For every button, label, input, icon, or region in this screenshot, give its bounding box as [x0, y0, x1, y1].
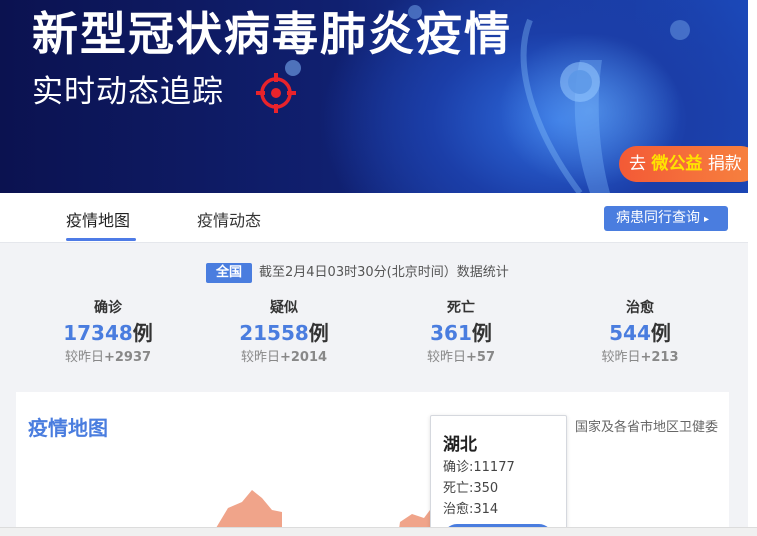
active-tab-indicator	[66, 238, 136, 241]
horizontal-scrollbar[interactable]	[0, 527, 757, 536]
trip-query-label: 病患同行查询	[616, 210, 700, 226]
data-timestamp: 截至2月4日03时30分(北京时间）数据统计	[259, 265, 509, 280]
stat-suspected: 疑似 21558例 较昨日+2014	[209, 298, 359, 368]
donate-highlight: 微公益	[651, 154, 703, 174]
stat-delta-label: 较昨日	[240, 350, 280, 365]
stat-delta: +57	[466, 350, 495, 365]
scope-badge[interactable]: 全国	[206, 263, 252, 283]
stat-value: 361	[430, 321, 472, 345]
stat-delta: +2014	[279, 350, 328, 365]
caret-right-icon: ▸	[704, 214, 710, 225]
map-title: 疫情地图	[28, 416, 108, 440]
stat-unit: 例	[132, 321, 153, 345]
stat-label: 死亡	[447, 300, 475, 316]
tab-epidemic-map[interactable]: 疫情地图	[66, 207, 130, 231]
banner-title: 新型冠状病毒肺炎疫情	[32, 7, 512, 61]
stat-unit: 例	[308, 321, 329, 345]
page-gutter	[748, 0, 757, 527]
trip-query-button[interactable]: 病患同行查询 ▸	[604, 206, 728, 231]
china-map[interactable]	[16, 440, 729, 536]
tooltip-cured: 治愈:314	[443, 502, 499, 517]
stat-cured: 治愈 544例 较昨日+213	[565, 298, 715, 368]
stat-label: 疑似	[270, 300, 298, 316]
stat-unit: 例	[471, 321, 492, 345]
donate-button[interactable]: 去 微公益 捐款	[619, 146, 748, 182]
banner-subtitle: 实时动态追踪	[32, 74, 224, 110]
stat-value: 17348	[63, 321, 133, 345]
stat-delta-label: 较昨日	[64, 350, 104, 365]
stat-value: 21558	[239, 321, 309, 345]
stat-confirmed: 确诊 17348例 较昨日+2937	[33, 298, 183, 368]
tooltip-confirmed: 确诊:11177	[443, 460, 515, 475]
stat-unit: 例	[650, 321, 671, 345]
donate-suffix: 捐款	[707, 154, 742, 174]
stat-label: 治愈	[626, 300, 654, 316]
stat-delta: +213	[640, 350, 679, 365]
stat-delta-label: 较昨日	[601, 350, 641, 365]
crosshair-icon	[256, 73, 296, 113]
tab-epidemic-news[interactable]: 疫情动态	[197, 207, 261, 231]
tooltip-deaths: 死亡:350	[443, 481, 499, 496]
hero-banner: 新型冠状病毒肺炎疫情 实时动态追踪 去 微公益 捐款	[0, 0, 748, 193]
stat-delta-label: 较昨日	[427, 350, 467, 365]
donate-prefix: 去	[629, 154, 646, 174]
stat-delta: +2937	[103, 350, 152, 365]
stat-value: 544	[609, 321, 651, 345]
stat-deaths: 死亡 361例 较昨日+57	[386, 298, 536, 368]
tooltip-region-name: 湖北	[443, 435, 477, 455]
stat-label: 确诊	[94, 300, 122, 316]
region-tooltip: 湖北 确诊:11177 死亡:350 治愈:314	[430, 415, 567, 536]
